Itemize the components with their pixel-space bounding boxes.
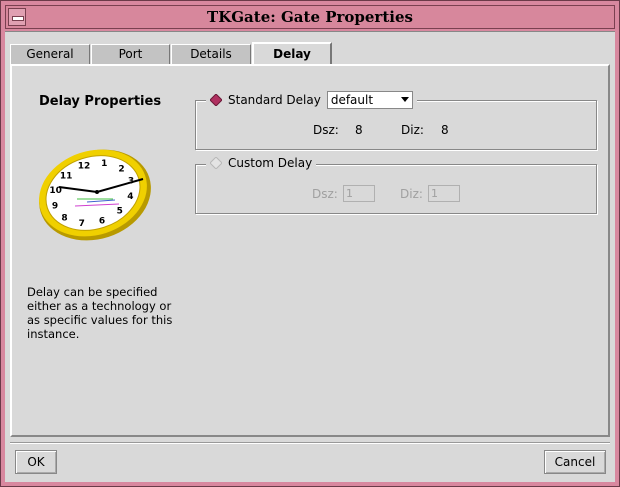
custom-diz-label: Diz: — [400, 187, 423, 201]
custom-delay-group — [195, 164, 597, 214]
standard-delay-legend: Standard Delay default — [206, 91, 417, 109]
clock-icon: 121234567891011 — [39, 149, 151, 241]
clock-numeral: 5 — [117, 207, 123, 217]
chevron-down-icon — [400, 97, 409, 102]
custom-diz-input[interactable]: 1 — [428, 185, 460, 202]
custom-delay-legend: Custom Delay — [206, 156, 317, 170]
clock-numeral: 6 — [99, 217, 105, 227]
clock-numeral: 1 — [101, 159, 107, 169]
std-diz-value: 8 — [441, 123, 449, 137]
button-separator — [10, 442, 610, 444]
standard-delay-radio[interactable] — [210, 94, 222, 106]
tab-port[interactable]: Port — [91, 44, 170, 64]
custom-dsz-input[interactable]: 1 — [343, 185, 375, 202]
std-dsz-value: 8 — [355, 123, 363, 137]
std-dsz-label: Dsz: — [313, 123, 339, 137]
page-title: Delay Properties — [39, 94, 162, 109]
window-menu-button[interactable] — [8, 8, 26, 26]
clock-numeral: 4 — [127, 192, 133, 202]
custom-dsz-label: Dsz: — [312, 187, 338, 201]
technology-value: default — [330, 93, 374, 107]
clock-numeral: 7 — [79, 219, 85, 229]
dialog-body: General Port Details Delay Delay Propert… — [5, 31, 615, 482]
window-title: TKGate: Gate Properties — [207, 8, 413, 26]
cancel-button[interactable]: Cancel — [544, 450, 606, 474]
delay-description: Delay can be specified either as a techn… — [27, 285, 173, 341]
standard-delay-label[interactable]: Standard Delay — [228, 93, 321, 107]
title-bar[interactable]: TKGate: Gate Properties — [5, 5, 615, 29]
clock-numeral: 12 — [78, 161, 91, 171]
ok-button[interactable]: OK — [15, 450, 57, 474]
clock-numeral: 8 — [61, 214, 67, 224]
tab-general[interactable]: General — [10, 44, 90, 64]
custom-delay-label[interactable]: Custom Delay — [228, 156, 312, 170]
tab-details[interactable]: Details — [171, 44, 251, 64]
clock-numeral: 11 — [60, 171, 73, 181]
custom-delay-radio[interactable] — [210, 157, 222, 169]
clock-numeral: 2 — [118, 165, 124, 175]
technology-dropdown[interactable]: default — [326, 91, 413, 109]
tab-delay[interactable]: Delay — [252, 42, 332, 65]
clock-numeral: 9 — [52, 201, 58, 211]
std-diz-label: Diz: — [401, 123, 424, 137]
window-frame: TKGate: Gate Properties General Port Det… — [0, 0, 620, 487]
